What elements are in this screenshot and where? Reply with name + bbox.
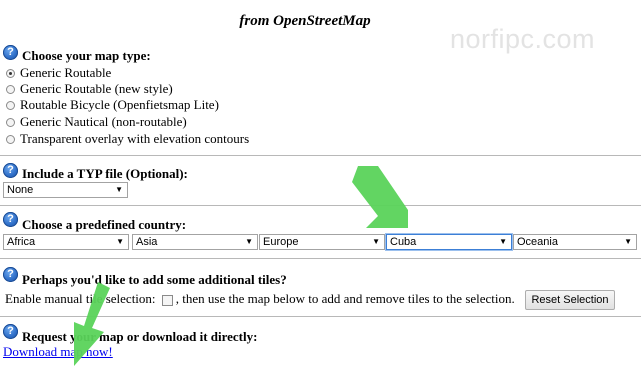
- select-value: Cuba: [390, 236, 417, 248]
- request-heading: Request your map or download it directly…: [22, 329, 258, 344]
- select-oceania[interactable]: Oceania ▼: [513, 234, 637, 250]
- select-africa[interactable]: Africa ▼: [3, 234, 129, 250]
- radio-button[interactable]: [6, 117, 15, 127]
- chevron-down-icon: ▼: [624, 237, 632, 246]
- divider: [0, 258, 641, 259]
- download-map-link[interactable]: Download map now!: [3, 344, 113, 360]
- select-value: Asia: [136, 236, 158, 248]
- manual-tile-checkbox[interactable]: [161, 294, 173, 306]
- radio-transparent-overlay[interactable]: Transparent overlay with elevation conto…: [6, 131, 249, 147]
- radio-generic-routable-new[interactable]: Generic Routable (new style): [6, 81, 173, 97]
- tiles-text-after: , then use the map below to add and remo…: [175, 291, 515, 306]
- help-icon[interactable]: ?: [3, 324, 18, 339]
- watermark: norfipc.com: [450, 24, 596, 54]
- select-value: Oceania: [517, 236, 558, 248]
- map-type-heading: Choose your map type:: [22, 48, 151, 63]
- radio-generic-nautical[interactable]: Generic Nautical (non-routable): [6, 114, 187, 130]
- radio-label: Routable Bicycle (Openfietsmap Lite): [20, 97, 219, 112]
- radio-generic-routable[interactable]: Generic Routable: [6, 65, 111, 81]
- radio-button[interactable]: [6, 134, 15, 144]
- radio-label: Generic Nautical (non-routable): [20, 114, 187, 129]
- tiles-heading: Perhaps you'd like to add some additiona…: [22, 272, 287, 287]
- radio-button[interactable]: [6, 68, 15, 78]
- divider: [0, 155, 641, 156]
- tiles-instruction: Enable manual tile selection: , then use…: [5, 291, 515, 307]
- select-value: Europe: [263, 236, 299, 248]
- chevron-down-icon: ▼: [245, 237, 253, 246]
- tiles-text-before: Enable manual tile selection:: [5, 291, 156, 306]
- select-asia[interactable]: Asia ▼: [132, 234, 258, 250]
- chevron-down-icon: ▼: [115, 185, 123, 194]
- radio-label: Generic Routable: [20, 65, 112, 80]
- help-icon[interactable]: ?: [3, 267, 18, 282]
- radio-button[interactable]: [6, 100, 15, 110]
- radio-label: Generic Routable (new style): [20, 81, 173, 96]
- select-cuba[interactable]: Cuba ▼: [386, 234, 512, 250]
- reset-selection-button[interactable]: Reset Selection: [525, 290, 615, 310]
- help-icon[interactable]: ?: [3, 212, 18, 227]
- green-arrow-icon: [352, 166, 408, 228]
- radio-button[interactable]: [6, 84, 15, 94]
- typ-select-value: None: [7, 184, 34, 196]
- country-heading: Choose a predefined country:: [22, 217, 187, 232]
- divider: [0, 205, 641, 206]
- help-icon[interactable]: ?: [3, 45, 18, 60]
- chevron-down-icon: ▼: [499, 237, 507, 246]
- radio-routable-bicycle[interactable]: Routable Bicycle (Openfietsmap Lite): [6, 97, 219, 113]
- chevron-down-icon: ▼: [116, 237, 124, 246]
- divider: [0, 316, 641, 317]
- typ-select[interactable]: None ▼: [3, 182, 128, 198]
- help-icon[interactable]: ?: [3, 163, 18, 178]
- typ-heading: Include a TYP file (Optional):: [22, 166, 188, 181]
- select-value: Africa: [7, 236, 36, 248]
- select-europe[interactable]: Europe ▼: [259, 234, 385, 250]
- radio-label: Transparent overlay with elevation conto…: [20, 131, 250, 146]
- chevron-down-icon: ▼: [372, 237, 380, 246]
